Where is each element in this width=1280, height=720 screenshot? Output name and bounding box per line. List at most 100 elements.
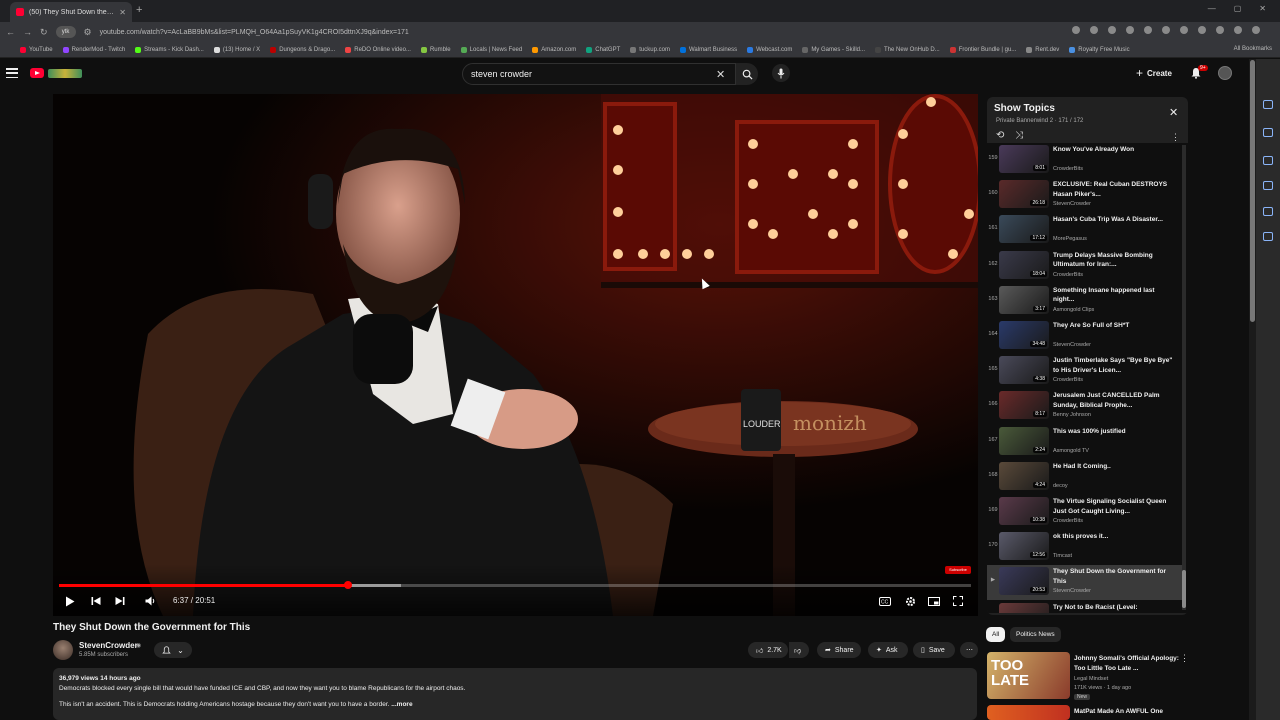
previous-button[interactable] — [89, 594, 103, 608]
account-avatar[interactable] — [1218, 66, 1232, 80]
close-window-button[interactable]: ✕ — [1259, 4, 1266, 13]
subscribed-notifications-button[interactable]: ⌄ — [154, 642, 192, 658]
extension-icon[interactable] — [1108, 26, 1116, 34]
more-actions-button[interactable]: ⋯ — [960, 642, 978, 658]
playlist-item[interactable]: 164 34:48 They Are So Full of SH*T StevenCr… — [987, 319, 1182, 354]
show-more-link[interactable]: ...more — [391, 701, 412, 708]
bookmark-item[interactable]: Rumble — [420, 46, 451, 53]
hamburger-menu-icon[interactable] — [6, 68, 18, 78]
playlist-thumbnail[interactable]: 2:24 — [999, 426, 1049, 455]
playlist-thumbnail[interactable]: 17:12 — [999, 215, 1049, 244]
playlist-thumbnail[interactable]: 8:17 — [999, 391, 1049, 420]
chip-all[interactable]: All — [986, 627, 1006, 642]
bookmark-item[interactable]: Royalty Free Music — [1069, 46, 1130, 53]
bookmark-star-icon[interactable] — [1090, 26, 1098, 34]
menu-icon[interactable] — [1252, 26, 1260, 34]
playlist-thumbnail[interactable]: 8:01 — [999, 145, 1049, 173]
browser-tab[interactable]: (50) They Shut Down the Gove ✕ — [10, 2, 132, 22]
bookmark-item[interactable]: The New OnHub D... — [875, 46, 940, 53]
bookmark-item[interactable]: tuckup.com — [630, 46, 670, 53]
page-scrollbar-thumb[interactable] — [1250, 60, 1255, 322]
new-tab-button[interactable]: + — [136, 4, 142, 16]
playlist-thumbnail[interactable]: 10:38 — [999, 497, 1049, 525]
playlist-item[interactable]: 166 8:17 Jerusalem Just CANCELLED Palm Sun… — [987, 389, 1182, 424]
youtube-doodle[interactable] — [48, 69, 82, 78]
extension-icon[interactable] — [1072, 26, 1080, 34]
profile-icon[interactable] — [1234, 26, 1242, 34]
extension-icon[interactable] — [1180, 26, 1188, 34]
volume-button[interactable] — [143, 594, 157, 608]
shuffle-icon[interactable]: ⤨ — [1015, 130, 1023, 141]
extension-icon[interactable] — [1126, 26, 1134, 34]
extension-icon[interactable] — [1198, 26, 1206, 34]
side-panel-icon[interactable] — [1263, 232, 1273, 241]
site-info-icon[interactable]: ⚙ — [84, 27, 92, 38]
play-button[interactable] — [63, 594, 77, 608]
search-input[interactable]: steven crowder — [462, 63, 736, 85]
bookmark-item[interactable]: My Games - Skilld... — [802, 46, 865, 53]
playlist-thumbnail[interactable]: 18:04 — [999, 250, 1049, 279]
playlist-thumbnail[interactable]: 12:56 — [999, 532, 1049, 561]
bookmark-item[interactable]: Locals | News Feed — [460, 46, 522, 53]
playlist-thumbnail[interactable]: 34:48 — [999, 321, 1049, 349]
playlist-item[interactable]: 163 3:17 Something Insane happened last ni… — [987, 284, 1182, 319]
back-icon[interactable]: ← — [6, 27, 15, 37]
create-button[interactable]: + Create — [1136, 66, 1172, 80]
recommendation-channel[interactable]: Legal Mindset — [1074, 675, 1108, 683]
playlist-item[interactable]: ▶ 20:53 They Shut Down the Government for … — [987, 565, 1182, 601]
youtube-logo[interactable] — [30, 68, 44, 78]
ask-button[interactable]: ✦ Ask — [868, 642, 908, 658]
playlist-more-icon[interactable]: ⋮ — [1171, 132, 1180, 143]
bookmark-item[interactable]: RenderMod - Twitch — [62, 46, 125, 53]
playlist-item[interactable]: 168 4:24 He Had It Coming.. decoy — [987, 460, 1182, 495]
video-player[interactable]: LOUDER monizh Subscribe 6:37 / 20:51 CC — [53, 94, 978, 616]
bookmark-item[interactable]: Dungeons & Drago... — [270, 46, 335, 53]
maximize-button[interactable]: ▢ — [1234, 4, 1242, 13]
playlist-thumbnail[interactable]: 26:18 — [999, 180, 1049, 209]
playlist-item[interactable]: 17221:43Try Not to Be Racist (Level: IMP… — [987, 601, 1182, 613]
bookmark-item[interactable]: (13) Home / X — [213, 46, 260, 53]
playlist-thumbnail[interactable]: 21:43 — [999, 602, 1049, 613]
save-button[interactable]: ▯ Save — [913, 642, 955, 658]
bookmark-item[interactable]: YouTube — [20, 46, 53, 53]
playlist-thumbnail[interactable]: 3:17 — [999, 285, 1049, 314]
subscribe-watermark[interactable]: Subscribe — [945, 566, 971, 574]
playlist-thumbnail[interactable]: 4:24 — [999, 461, 1049, 490]
playlist-item[interactable]: 161 17:12 Hasan's Cuba Trip Was A Disaster… — [987, 213, 1182, 248]
playlist-item[interactable]: 165 4:38 Justin Timberlake Says "Bye Bye B… — [987, 354, 1182, 389]
minimize-button[interactable]: — — [1208, 4, 1216, 13]
playlist-scrollbar-thumb[interactable] — [1182, 570, 1186, 608]
share-button[interactable]: ➦ Share — [817, 642, 861, 658]
extension-icon[interactable] — [1144, 26, 1152, 34]
like-button[interactable]: 👍︎ 2.7K — [748, 642, 788, 658]
dislike-button[interactable]: 👎︎ — [789, 642, 809, 658]
settings-button[interactable] — [903, 594, 917, 608]
playlist-item[interactable]: 159 8:01 Know You've Already Won CrowderBit… — [987, 143, 1182, 178]
channel-name[interactable]: StevenCrowder — [79, 641, 138, 650]
channel-avatar[interactable] — [53, 640, 73, 660]
bookmark-item[interactable]: ReDO Online video... — [345, 46, 411, 53]
fullscreen-button[interactable] — [951, 594, 965, 608]
captions-button[interactable]: CC — [878, 594, 892, 608]
close-playlist-icon[interactable]: ✕ — [1169, 106, 1178, 119]
bookmark-item[interactable]: Streams - Kick Dash... — [135, 46, 204, 53]
extension-icon[interactable] — [1216, 26, 1224, 34]
side-panel-icon[interactable] — [1263, 100, 1273, 109]
description-box[interactable]: 36,979 views 14 hours ago Democrats bloc… — [53, 668, 977, 720]
playlist-item[interactable]: 167 2:24 This was 100% justified Asmongold … — [987, 425, 1182, 460]
tab-close-icon[interactable]: ✕ — [119, 8, 126, 17]
side-panel-icon[interactable] — [1263, 207, 1273, 216]
extension-icon[interactable] — [1162, 26, 1170, 34]
bookmark-item[interactable]: Amazon.com — [532, 46, 576, 53]
chip-politics-news[interactable]: Politics News — [1010, 627, 1061, 642]
recommendation-more-icon[interactable]: ⋮ — [1180, 653, 1189, 664]
forward-icon[interactable]: → — [23, 27, 32, 37]
bookmark-item[interactable]: Rent.dev — [1026, 46, 1059, 53]
clear-search-icon[interactable]: ✕ — [716, 68, 725, 81]
playlist-item[interactable]: 160 26:18 EXCLUSIVE: Real Cuban DESTROYS H… — [987, 178, 1182, 213]
next-button[interactable] — [113, 594, 127, 608]
bookmark-item[interactable]: Webcast.com — [747, 46, 792, 53]
search-button[interactable] — [736, 63, 758, 85]
playlist-scrollbar[interactable] — [1182, 145, 1186, 610]
recommendation-thumbnail[interactable] — [987, 705, 1070, 720]
